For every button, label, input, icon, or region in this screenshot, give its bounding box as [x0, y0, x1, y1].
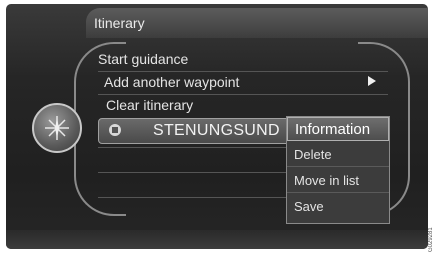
page-title: Itinerary: [94, 15, 145, 31]
context-item-move-in-list[interactable]: Move in list: [287, 169, 389, 193]
divider: [98, 94, 388, 95]
bottom-bar: [6, 230, 428, 249]
menu-item-clear-itinerary[interactable]: Clear itinerary: [106, 97, 193, 113]
display-screen: Itinerary Start guidance Add another way…: [6, 4, 428, 249]
context-item-save[interactable]: Save: [287, 195, 389, 219]
context-item-delete[interactable]: Delete: [287, 143, 389, 167]
title-bar: Itinerary: [86, 8, 428, 38]
image-code: G029281: [428, 227, 434, 252]
destination-row[interactable]: STENUNGSUND: [98, 118, 295, 144]
divider: [98, 172, 286, 173]
menu-item-start-guidance[interactable]: Start guidance: [98, 51, 188, 67]
menu-item-add-waypoint[interactable]: Add another waypoint: [104, 74, 239, 90]
divider: [98, 147, 286, 148]
waypoint-icon: [109, 124, 121, 136]
compass-icon[interactable]: [32, 103, 82, 153]
destination-label: STENUNGSUND: [153, 122, 280, 139]
context-menu: Information Delete Move in list Save: [286, 116, 390, 224]
divider: [98, 71, 388, 72]
divider: [98, 197, 286, 198]
arrow-right-icon: [368, 76, 376, 86]
context-item-information[interactable]: Information: [287, 117, 389, 141]
